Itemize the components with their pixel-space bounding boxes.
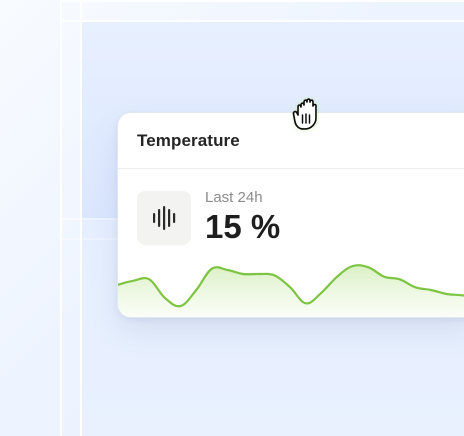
sound-bars-icon bbox=[137, 191, 191, 245]
metric-row: Last 24h 15 % bbox=[137, 190, 280, 245]
sound-bars-icon-glyph bbox=[153, 206, 176, 230]
sparkline-chart bbox=[118, 264, 464, 317]
metric-value: 15 % bbox=[205, 208, 281, 245]
chart-area bbox=[118, 265, 464, 317]
grab-hand-icon bbox=[292, 98, 317, 130]
grid-line bbox=[60, 0, 464, 2]
temperature-card[interactable]: Temperature Last 24h 15 % bbox=[117, 112, 464, 318]
grid-line bbox=[60, 20, 464, 22]
card-title: Temperature bbox=[137, 130, 240, 150]
card-header: Temperature bbox=[118, 113, 464, 169]
metric-subtitle: Last 24h bbox=[205, 189, 263, 206]
metric-text: Last 24h 15 % bbox=[205, 190, 280, 244]
